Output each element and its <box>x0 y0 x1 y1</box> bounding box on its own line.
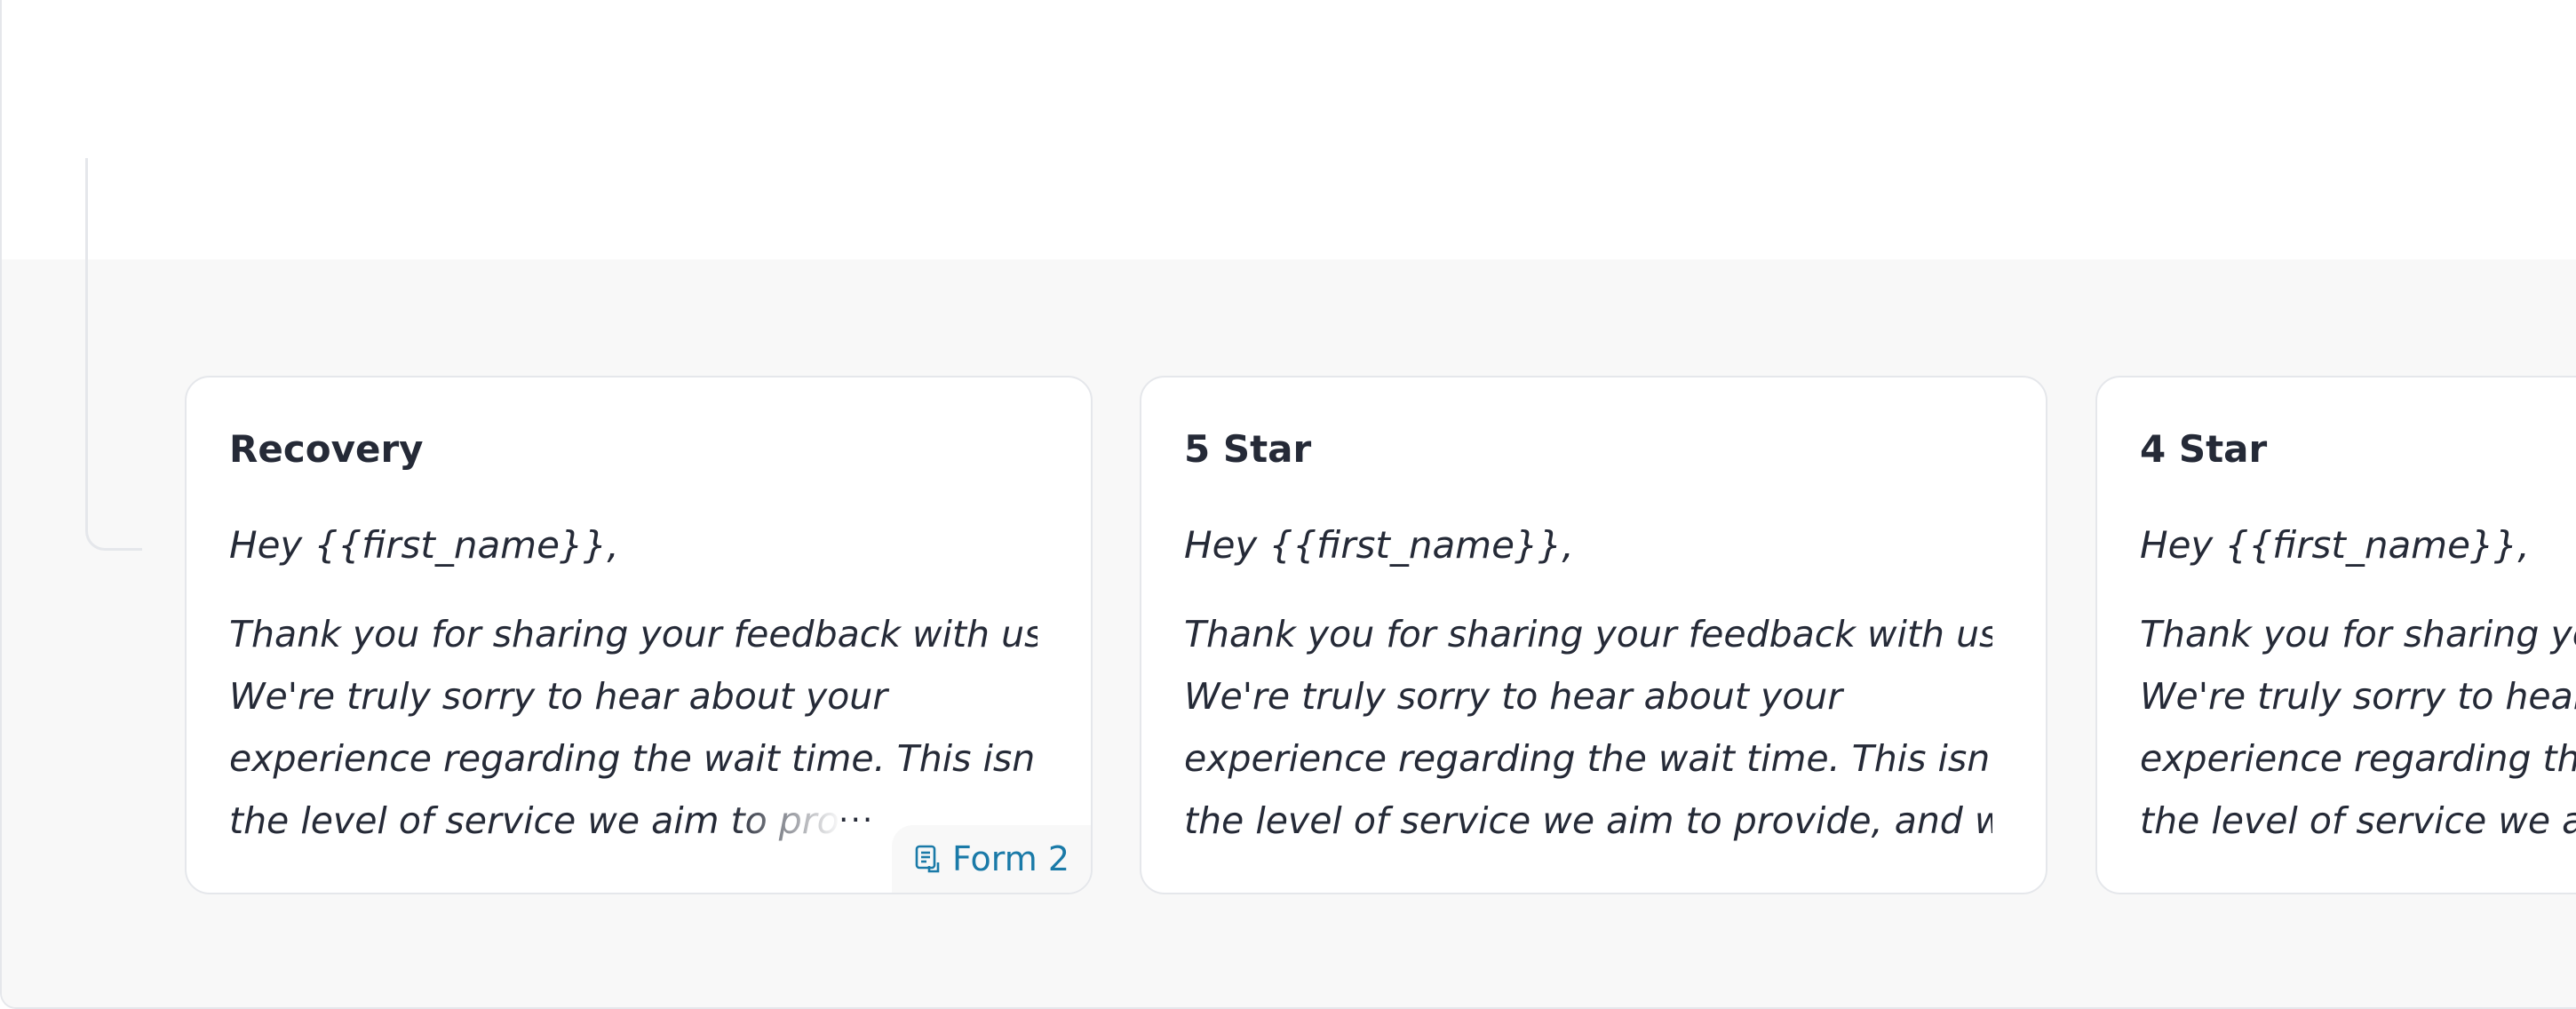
card-message-body: Thank you for sharing your feedback with… <box>1184 603 1992 852</box>
card-message-body: Thank you for sharing your feedback with… <box>229 603 1038 852</box>
form-badge[interactable]: Form 2 <box>892 825 1091 893</box>
flow-panel: Recovery Hey {{first_name}}, Thank you f… <box>0 0 2576 1009</box>
card-title: 5 Star <box>1184 427 1312 471</box>
form-badge-label: Form 2 <box>952 839 1069 878</box>
message-card-4-star[interactable]: 4 Star Hey {{first_name}}, Thank you for… <box>2095 376 2576 894</box>
message-line: Thank you for sharing your feedback with… <box>1184 613 1992 655</box>
card-title: Recovery <box>229 427 424 471</box>
message-line: We're truly sorry to hear about your <box>1184 675 1843 718</box>
flow-connector-line <box>85 158 142 551</box>
message-line: experience regarding the wait time. This… <box>2140 737 2576 780</box>
message-line: experience regarding the wait time. This… <box>1184 737 1992 780</box>
message-line: We're truly sorry to hear about your <box>2140 675 2576 718</box>
flow-header-area <box>2 0 2576 259</box>
card-greeting: Hey {{first_name}}, <box>2140 523 2530 567</box>
card-greeting: Hey {{first_name}}, <box>229 523 619 567</box>
message-line: experience regarding the wait time. This… <box>229 737 1038 780</box>
message-line: the level of service we aim to provide, … <box>2140 799 2576 842</box>
card-title: 4 Star <box>2140 427 2268 471</box>
card-message-body: Thank you for sharing your feedback with… <box>2140 603 2576 852</box>
message-line: Thank you for sharing your feedback with… <box>2140 613 2576 655</box>
message-card-5-star[interactable]: 5 Star Hey {{first_name}}, Thank you for… <box>1140 376 2047 894</box>
message-line: We're truly sorry to hear about your <box>229 675 888 718</box>
message-line: Thank you for sharing your feedback with… <box>229 613 1038 655</box>
more-options-button[interactable]: ... <box>839 793 874 830</box>
message-line: the level of service we aim to provide, … <box>1184 799 1992 842</box>
form-icon <box>915 845 940 873</box>
message-line: the level of service we aim to provide, … <box>229 799 842 842</box>
message-card-recovery[interactable]: Recovery Hey {{first_name}}, Thank you f… <box>185 376 1093 894</box>
card-greeting: Hey {{first_name}}, <box>1184 523 1574 567</box>
